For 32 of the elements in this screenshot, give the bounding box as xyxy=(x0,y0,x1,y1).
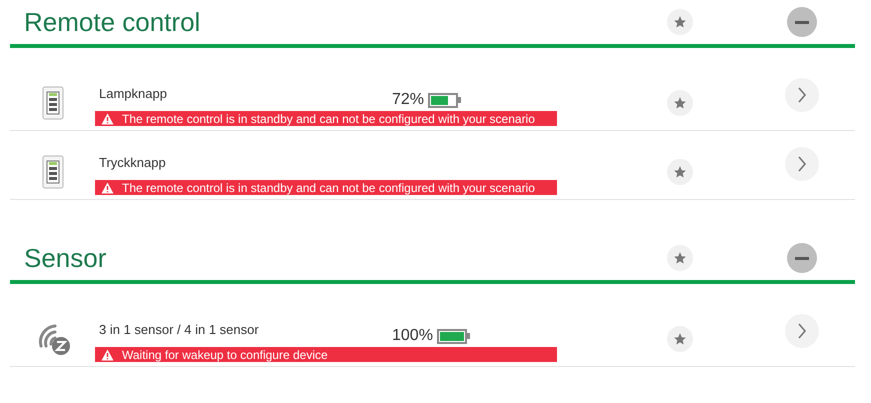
star-icon xyxy=(673,165,687,179)
device-name: Tryckknapp xyxy=(98,154,167,172)
minus-icon xyxy=(795,20,809,24)
open-details-button[interactable] xyxy=(785,147,819,181)
warning-text: Waiting for wakeup to configure device xyxy=(122,346,328,364)
wall-switch-icon xyxy=(42,86,64,120)
star-icon xyxy=(673,96,687,110)
chevron-right-icon xyxy=(797,155,807,173)
section-title: Remote control xyxy=(23,6,202,38)
star-icon xyxy=(673,251,687,265)
battery-percentage: 100% xyxy=(392,326,433,346)
battery-percentage: 72% xyxy=(392,90,424,110)
warning-text: The remote control is in standby and can not be configured with your scenario xyxy=(122,110,535,128)
collapse-button[interactable] xyxy=(787,243,817,273)
favorite-button[interactable] xyxy=(667,326,693,352)
warning-text: The remote control is in standby and can not be configured with your scenario xyxy=(122,180,535,196)
minus-icon xyxy=(795,256,809,260)
open-details-button[interactable] xyxy=(785,78,819,112)
chevron-right-icon xyxy=(797,86,807,104)
star-icon xyxy=(673,332,687,346)
device-name: Lampknapp xyxy=(98,85,168,103)
favorite-button[interactable] xyxy=(667,159,693,185)
chevron-right-icon xyxy=(797,322,807,340)
collapse-button[interactable] xyxy=(787,7,817,37)
favorite-button[interactable] xyxy=(667,90,693,116)
open-details-button[interactable] xyxy=(785,314,819,348)
device-name: 3 in 1 sensor / 4 in 1 sensor xyxy=(98,321,260,339)
section-title: Sensor xyxy=(23,242,108,274)
star-icon xyxy=(673,15,687,29)
favorite-button[interactable] xyxy=(667,245,693,271)
favorite-button[interactable] xyxy=(667,9,693,35)
wall-switch-icon xyxy=(42,155,64,189)
